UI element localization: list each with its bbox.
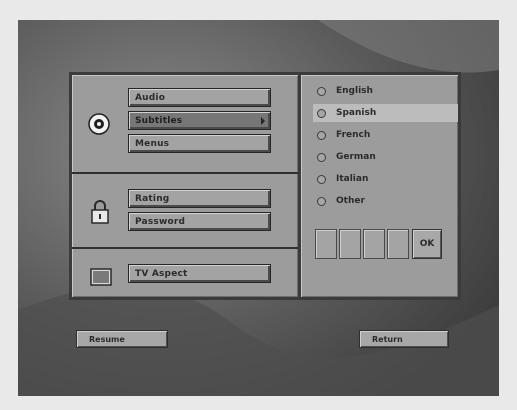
radio-icon: [317, 152, 326, 162]
language-code-box-4[interactable]: [387, 229, 409, 259]
radio-icon: [317, 86, 326, 96]
lock-icon: [91, 200, 109, 224]
ok-button-label: OK: [419, 239, 435, 249]
radio-icon: [317, 108, 326, 118]
return-button-label: Return: [372, 334, 403, 344]
radio-icon: [317, 174, 326, 184]
section-divider: [72, 172, 298, 174]
language-option-english[interactable]: English: [313, 82, 458, 100]
language-label: Other: [336, 196, 365, 206]
language-code-box-3[interactable]: [363, 229, 385, 259]
radio-icon: [317, 130, 326, 140]
audio-button-label: Audio: [135, 92, 166, 103]
radio-icon: [317, 196, 326, 206]
rating-button[interactable]: Rating: [128, 189, 271, 208]
resume-button-label: Resume: [89, 334, 125, 344]
ok-button[interactable]: OK: [412, 229, 442, 259]
tv-screen: Audio Subtitles Menus Rating Password TV…: [18, 20, 499, 396]
settings-menu-panel: Audio Subtitles Menus Rating Password TV…: [69, 72, 301, 300]
rating-button-label: Rating: [135, 193, 170, 204]
language-label: French: [336, 130, 371, 140]
password-button[interactable]: Password: [128, 212, 271, 231]
language-code-box-2[interactable]: [339, 229, 361, 259]
subtitle-language-panel: English Spanish French German Italian Ot…: [298, 72, 461, 300]
tv-aspect-button[interactable]: TV Aspect: [128, 264, 271, 283]
return-button[interactable]: Return: [359, 330, 449, 348]
subtitles-button[interactable]: Subtitles: [128, 111, 271, 130]
language-label: Spanish: [336, 108, 377, 118]
audio-button[interactable]: Audio: [128, 88, 271, 107]
language-label: Italian: [336, 174, 369, 184]
language-option-italian[interactable]: Italian: [313, 170, 458, 188]
submenu-arrow-icon: [261, 116, 265, 125]
disc-icon: [88, 113, 110, 135]
subtitles-button-label: Subtitles: [135, 115, 183, 126]
language-code-box-1[interactable]: [315, 229, 337, 259]
language-option-german[interactable]: German: [313, 148, 458, 166]
language-label: English: [336, 86, 373, 96]
tv-aspect-button-label: TV Aspect: [135, 268, 188, 279]
password-button-label: Password: [135, 216, 186, 227]
menus-button-label: Menus: [135, 138, 170, 149]
menus-button[interactable]: Menus: [128, 134, 271, 153]
language-option-spanish[interactable]: Spanish: [313, 104, 458, 122]
language-option-french[interactable]: French: [313, 126, 458, 144]
tv-icon: [90, 268, 112, 286]
resume-button[interactable]: Resume: [76, 330, 168, 348]
language-option-other[interactable]: Other: [313, 192, 458, 210]
language-label: German: [336, 152, 376, 162]
section-divider: [72, 247, 298, 249]
